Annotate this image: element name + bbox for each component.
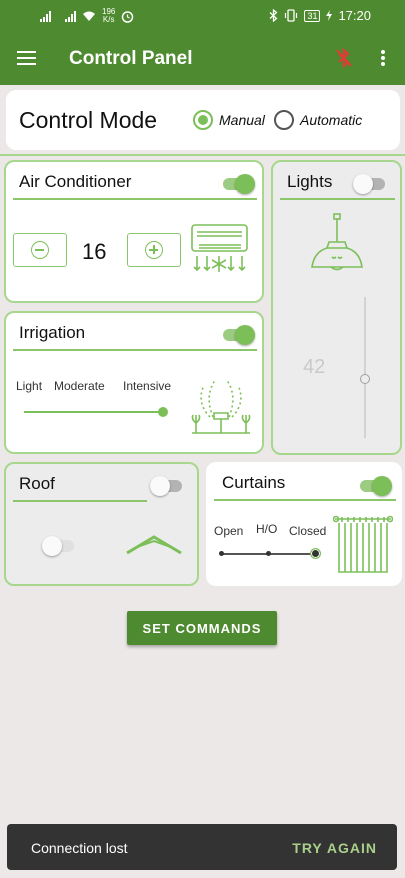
irrigation-card: Irrigation Light Moderate Intensive — [4, 311, 264, 454]
irrigation-slider-track[interactable] — [24, 411, 162, 413]
minus-circle-icon — [31, 241, 49, 259]
air-conditioner-title: Air Conditioner — [19, 172, 132, 191]
irrigation-level-light: Light — [16, 379, 43, 393]
curtain-icon — [333, 515, 393, 573]
plus-circle-icon — [145, 241, 163, 259]
irrigation-switch[interactable] — [223, 324, 255, 346]
set-commands-button[interactable]: SET COMMANDS — [127, 611, 277, 645]
divider — [0, 154, 405, 156]
roof-title: Roof — [19, 474, 55, 493]
snackbar-message: Connection lost — [31, 840, 128, 856]
battery-icon: 31 — [304, 9, 321, 22]
roof-open-toggle[interactable] — [42, 535, 74, 557]
snackbar: Connection lost TRY AGAIN — [7, 824, 397, 870]
alarm-icon — [122, 10, 134, 23]
sprinkler-icon — [191, 378, 251, 434]
signal-icon — [40, 10, 51, 22]
roof-icon — [126, 535, 182, 555]
page-title: Control Panel — [69, 48, 193, 69]
status-bar: 196 K/s 31 17:20 — [0, 0, 405, 33]
irrigation-slider-thumb[interactable] — [158, 407, 168, 417]
increase-temp-button[interactable] — [127, 233, 181, 267]
curtains-title: Curtains — [222, 473, 286, 492]
control-mode-title: Control Mode — [19, 107, 158, 133]
irrigation-level-intensive: Intensive — [123, 379, 172, 393]
radio-manual[interactable]: Manual — [193, 110, 265, 130]
wifi-icon — [83, 11, 95, 21]
divider — [13, 198, 257, 200]
more-vert-icon[interactable] — [380, 50, 386, 68]
divider — [214, 499, 396, 501]
radio-automatic-label: Automatic — [300, 112, 363, 128]
vibrate-icon — [285, 9, 298, 22]
air-conditioner-switch[interactable] — [223, 173, 255, 195]
lights-slider-thumb[interactable] — [360, 374, 370, 384]
radio-manual-label: Manual — [219, 112, 265, 128]
curtains-card: Curtains Open H/O Closed — [206, 462, 402, 586]
curtains-slider-thumb[interactable] — [310, 548, 321, 559]
radio-automatic[interactable]: Automatic — [274, 110, 362, 130]
air-conditioner-icon — [191, 224, 248, 272]
curtains-tick — [266, 551, 271, 556]
clock: 17:20 — [338, 8, 371, 23]
decrease-temp-button[interactable] — [13, 233, 67, 267]
menu-icon[interactable] — [17, 51, 36, 65]
bluetooth-icon — [269, 9, 278, 22]
app-bar: Control Panel — [0, 33, 405, 85]
radio-unchecked-icon — [274, 110, 294, 130]
divider — [13, 500, 147, 502]
curtain-position-open: Open — [214, 524, 244, 538]
net-speed-unit: K/s — [102, 15, 115, 24]
curtain-position-closed: Closed — [289, 524, 327, 538]
charging-icon — [326, 10, 333, 21]
divider — [13, 349, 257, 351]
roof-card: Roof — [4, 462, 199, 586]
air-conditioner-card: Air Conditioner 16 — [4, 160, 264, 303]
curtains-switch[interactable] — [360, 475, 392, 497]
try-again-button[interactable]: TRY AGAIN — [292, 840, 377, 856]
curtain-position-half: H/O — [256, 522, 278, 536]
radio-checked-icon — [193, 110, 213, 130]
lights-card: Lights 42 — [271, 160, 402, 455]
signal-icon — [65, 10, 76, 22]
temperature-value: 16 — [82, 239, 107, 264]
lights-title: Lights — [287, 172, 333, 191]
control-mode-card: Control Mode Manual Automatic — [6, 90, 400, 150]
lights-switch[interactable] — [353, 173, 385, 195]
ceiling-lamp-icon — [311, 213, 363, 271]
curtains-tick — [219, 551, 224, 556]
divider — [280, 198, 395, 200]
roof-switch[interactable] — [150, 475, 182, 497]
lights-value: 42 — [303, 356, 326, 378]
bluetooth-disabled-icon[interactable] — [334, 47, 354, 69]
lights-slider-track[interactable] — [364, 297, 366, 438]
irrigation-title: Irrigation — [19, 323, 86, 342]
net-speed: 196 K/s — [102, 8, 115, 24]
irrigation-level-moderate: Moderate — [54, 379, 105, 393]
